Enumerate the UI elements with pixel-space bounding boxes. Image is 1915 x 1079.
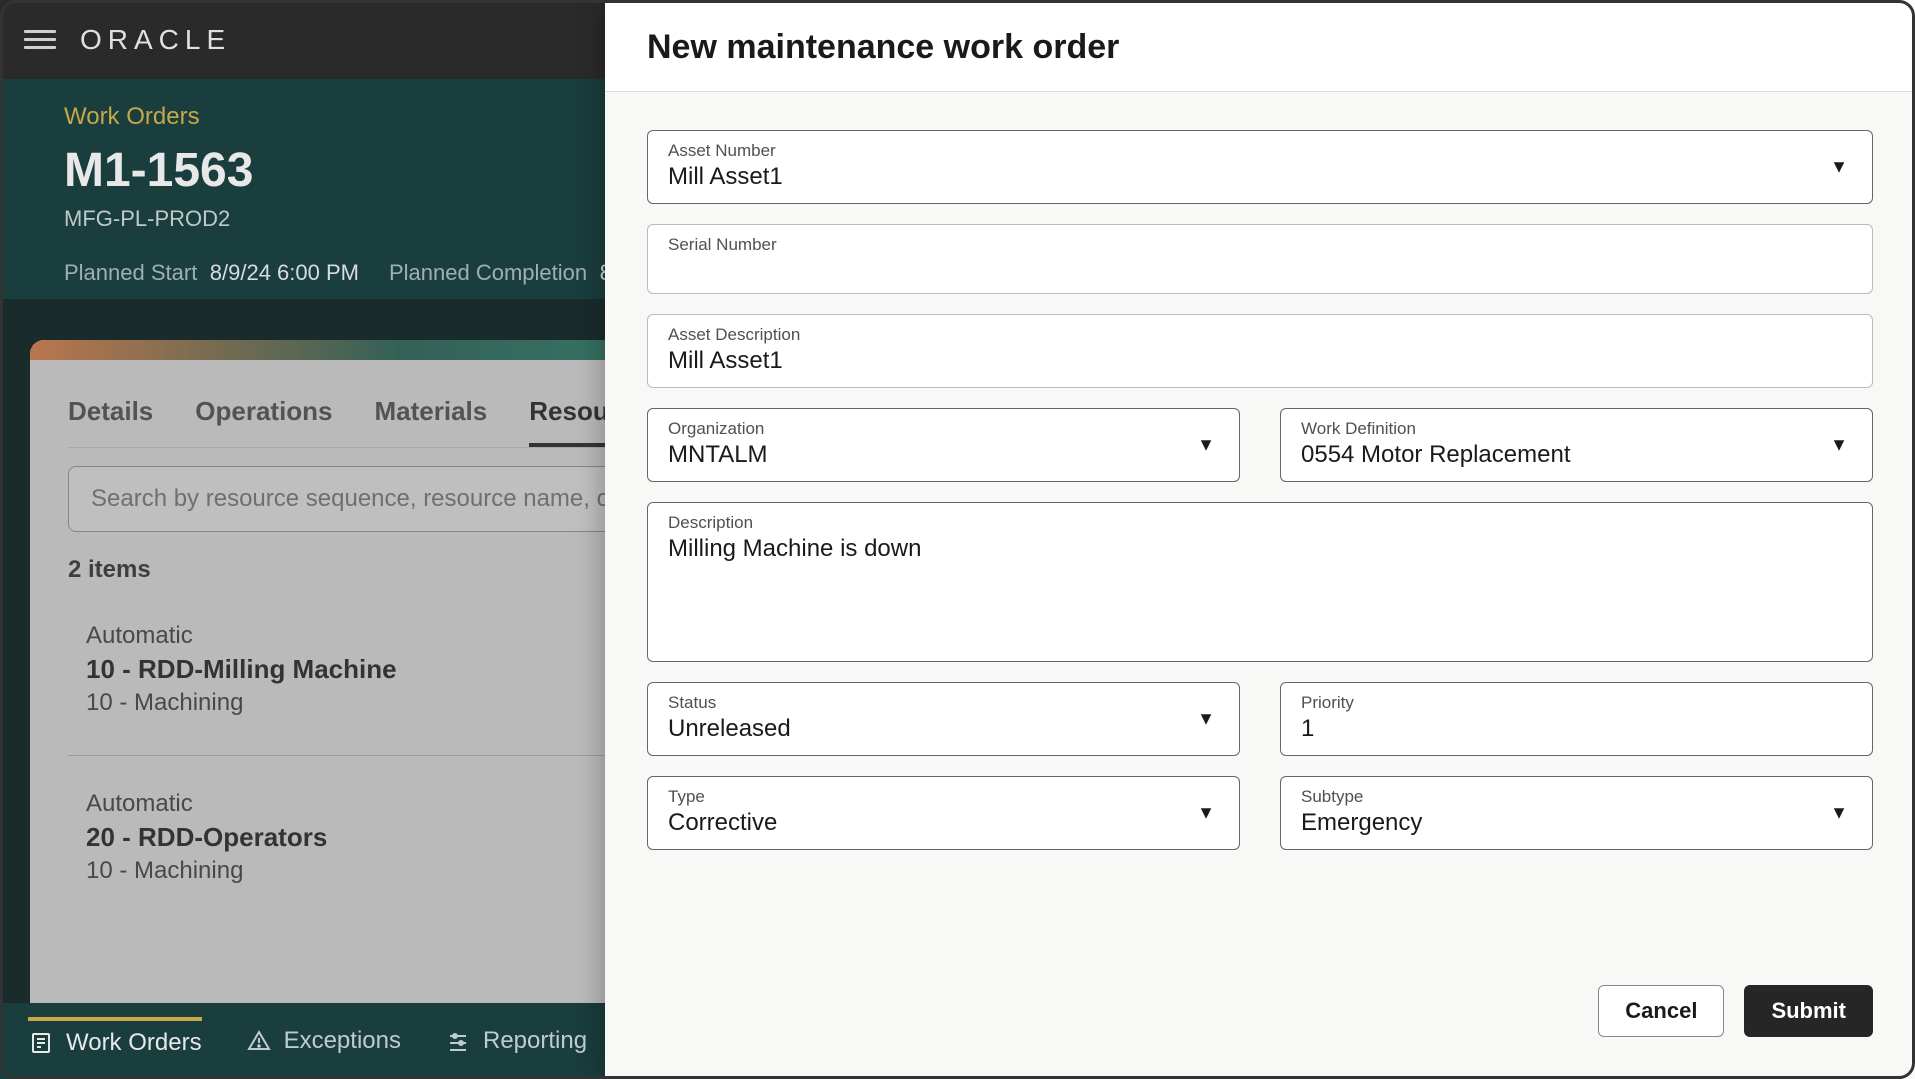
serial-number-field[interactable]: Serial Number: [647, 224, 1873, 294]
modal-body: Asset Number Mill Asset1 ▼ Serial Number…: [605, 92, 1915, 965]
field-value: Unreleased: [668, 715, 1219, 743]
priority-field[interactable]: Priority 1: [1280, 682, 1873, 756]
status-field[interactable]: Status Unreleased ▼: [647, 682, 1240, 756]
tab-materials[interactable]: Materials: [375, 396, 488, 447]
brand-logo: ORACLE: [80, 24, 231, 56]
type-field[interactable]: Type Corrective ▼: [647, 776, 1240, 850]
field-label: Organization: [668, 419, 1219, 439]
subtype-field[interactable]: Subtype Emergency ▼: [1280, 776, 1873, 850]
asset-description-field[interactable]: Asset Description Mill Asset1: [647, 314, 1873, 388]
chevron-down-icon: ▼: [1197, 709, 1215, 730]
field-label: Description: [668, 513, 1852, 533]
nav-label: Work Orders: [66, 1029, 202, 1057]
nav-reporting[interactable]: Reporting: [445, 1019, 587, 1063]
field-label: Subtype: [1301, 787, 1852, 807]
planned-start-value: 8/9/24 6:00 PM: [210, 260, 359, 285]
description-field[interactable]: Description Milling Machine is down: [647, 502, 1873, 662]
field-value: MNTALM: [668, 441, 1219, 469]
field-value: Milling Machine is down: [668, 535, 1852, 563]
nav-work-orders[interactable]: Work Orders: [28, 1017, 202, 1065]
field-value: Mill Asset1: [668, 163, 1852, 191]
field-label: Status: [668, 693, 1219, 713]
chevron-down-icon: ▼: [1830, 157, 1848, 178]
field-value: Corrective: [668, 809, 1219, 837]
tab-operations[interactable]: Operations: [195, 396, 332, 447]
submit-button[interactable]: Submit: [1744, 985, 1873, 1037]
work-definition-field[interactable]: Work Definition 0554 Motor Replacement ▼: [1280, 408, 1873, 482]
planned-completion-label: Planned Completion: [389, 260, 587, 285]
organization-field[interactable]: Organization MNTALM ▼: [647, 408, 1240, 482]
modal-title: New maintenance work order: [647, 28, 1873, 67]
field-label: Serial Number: [668, 235, 1852, 255]
chevron-down-icon: ▼: [1830, 803, 1848, 824]
modal-footer: Cancel Submit: [605, 965, 1915, 1079]
nav-label: Reporting: [483, 1027, 587, 1055]
sliders-icon: [445, 1028, 471, 1054]
cancel-button[interactable]: Cancel: [1598, 985, 1724, 1037]
field-label: Work Definition: [1301, 419, 1852, 439]
nav-label: Exceptions: [284, 1027, 401, 1055]
nav-exceptions[interactable]: Exceptions: [246, 1019, 401, 1063]
new-work-order-panel: New maintenance work order Asset Number …: [605, 0, 1915, 1079]
chevron-down-icon: ▼: [1830, 435, 1848, 456]
field-label: Type: [668, 787, 1219, 807]
asset-number-field[interactable]: Asset Number Mill Asset1 ▼: [647, 130, 1873, 204]
warning-icon: [246, 1028, 272, 1054]
field-label: Asset Number: [668, 141, 1852, 161]
field-value: Emergency: [1301, 809, 1852, 837]
field-value: 1: [1301, 715, 1852, 743]
chevron-down-icon: ▼: [1197, 435, 1215, 456]
planned-start-label: Planned Start: [64, 260, 197, 285]
field-label: Asset Description: [668, 325, 1852, 345]
field-label: Priority: [1301, 693, 1852, 713]
breadcrumb-work-orders[interactable]: Work Orders: [64, 103, 200, 130]
field-value: Mill Asset1: [668, 347, 1852, 375]
menu-icon[interactable]: [24, 24, 56, 56]
chevron-down-icon: ▼: [1197, 803, 1215, 824]
tab-details[interactable]: Details: [68, 396, 153, 447]
field-value: 0554 Motor Replacement: [1301, 441, 1852, 469]
document-icon: [28, 1030, 54, 1056]
field-value: [668, 257, 1852, 281]
modal-header: New maintenance work order: [605, 0, 1915, 92]
